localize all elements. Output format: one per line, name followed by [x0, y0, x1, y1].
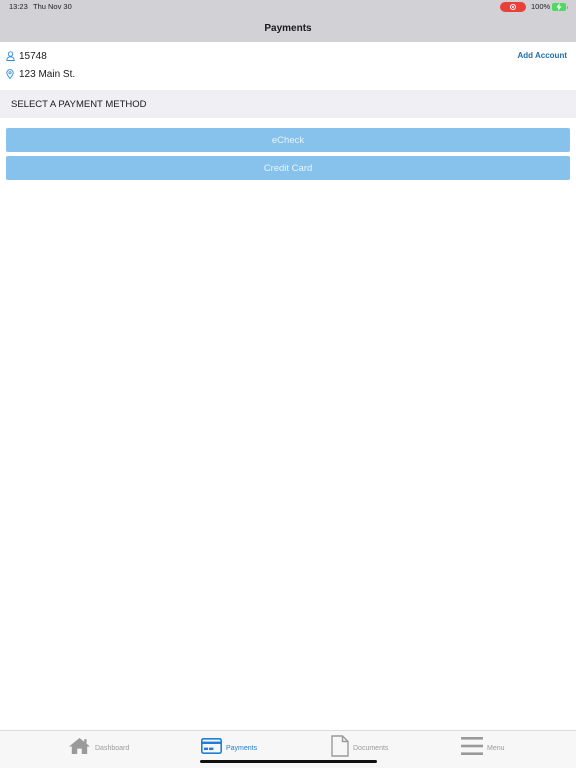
document-icon: [331, 734, 349, 762]
account-number: 15748: [19, 50, 47, 62]
home-indicator[interactable]: [200, 760, 377, 763]
battery-percent: 100%: [531, 2, 551, 11]
status-time: 13:23: [9, 2, 28, 11]
credit-card-icon: [201, 737, 222, 759]
credit-card-button-label: Credit Card: [263, 162, 313, 174]
tab-documents[interactable]: Documents: [331, 734, 389, 762]
location-pin-icon: [6, 68, 16, 80]
navigation-bar: Payments: [0, 14, 576, 42]
tab-payments[interactable]: Payments: [201, 736, 257, 760]
tab-menu[interactable]: Menu: [461, 736, 505, 760]
status-bar: 13:23 Thu Nov 30 100%: [0, 0, 576, 14]
home-icon: [68, 737, 91, 760]
battery-charging-icon: [552, 3, 568, 11]
echeck-button-label: eCheck: [271, 134, 305, 146]
tab-dashboard[interactable]: Dashboard: [68, 736, 129, 760]
section-header-label: SELECT A PAYMENT METHOD: [11, 98, 147, 110]
screen-recording-icon[interactable]: [500, 2, 526, 12]
tab-menu-label: Menu: [487, 744, 505, 752]
person-icon: [6, 50, 16, 62]
status-date: Thu Nov 30: [33, 2, 72, 11]
page-title: Payments: [264, 22, 312, 34]
account-number-row: 15748: [6, 48, 47, 64]
echeck-button[interactable]: eCheck: [6, 128, 570, 152]
tab-dashboard-label: Dashboard: [95, 744, 130, 752]
add-account-link[interactable]: Add Account: [518, 51, 567, 60]
tab-documents-label: Documents: [353, 744, 389, 752]
hamburger-menu-icon: [461, 736, 483, 761]
account-address: 123 Main St.: [19, 68, 76, 80]
tab-payments-label: Payments: [226, 744, 258, 752]
account-address-row: 123 Main St.: [6, 66, 75, 82]
section-header: SELECT A PAYMENT METHOD: [0, 90, 576, 118]
credit-card-button[interactable]: Credit Card: [6, 156, 570, 180]
